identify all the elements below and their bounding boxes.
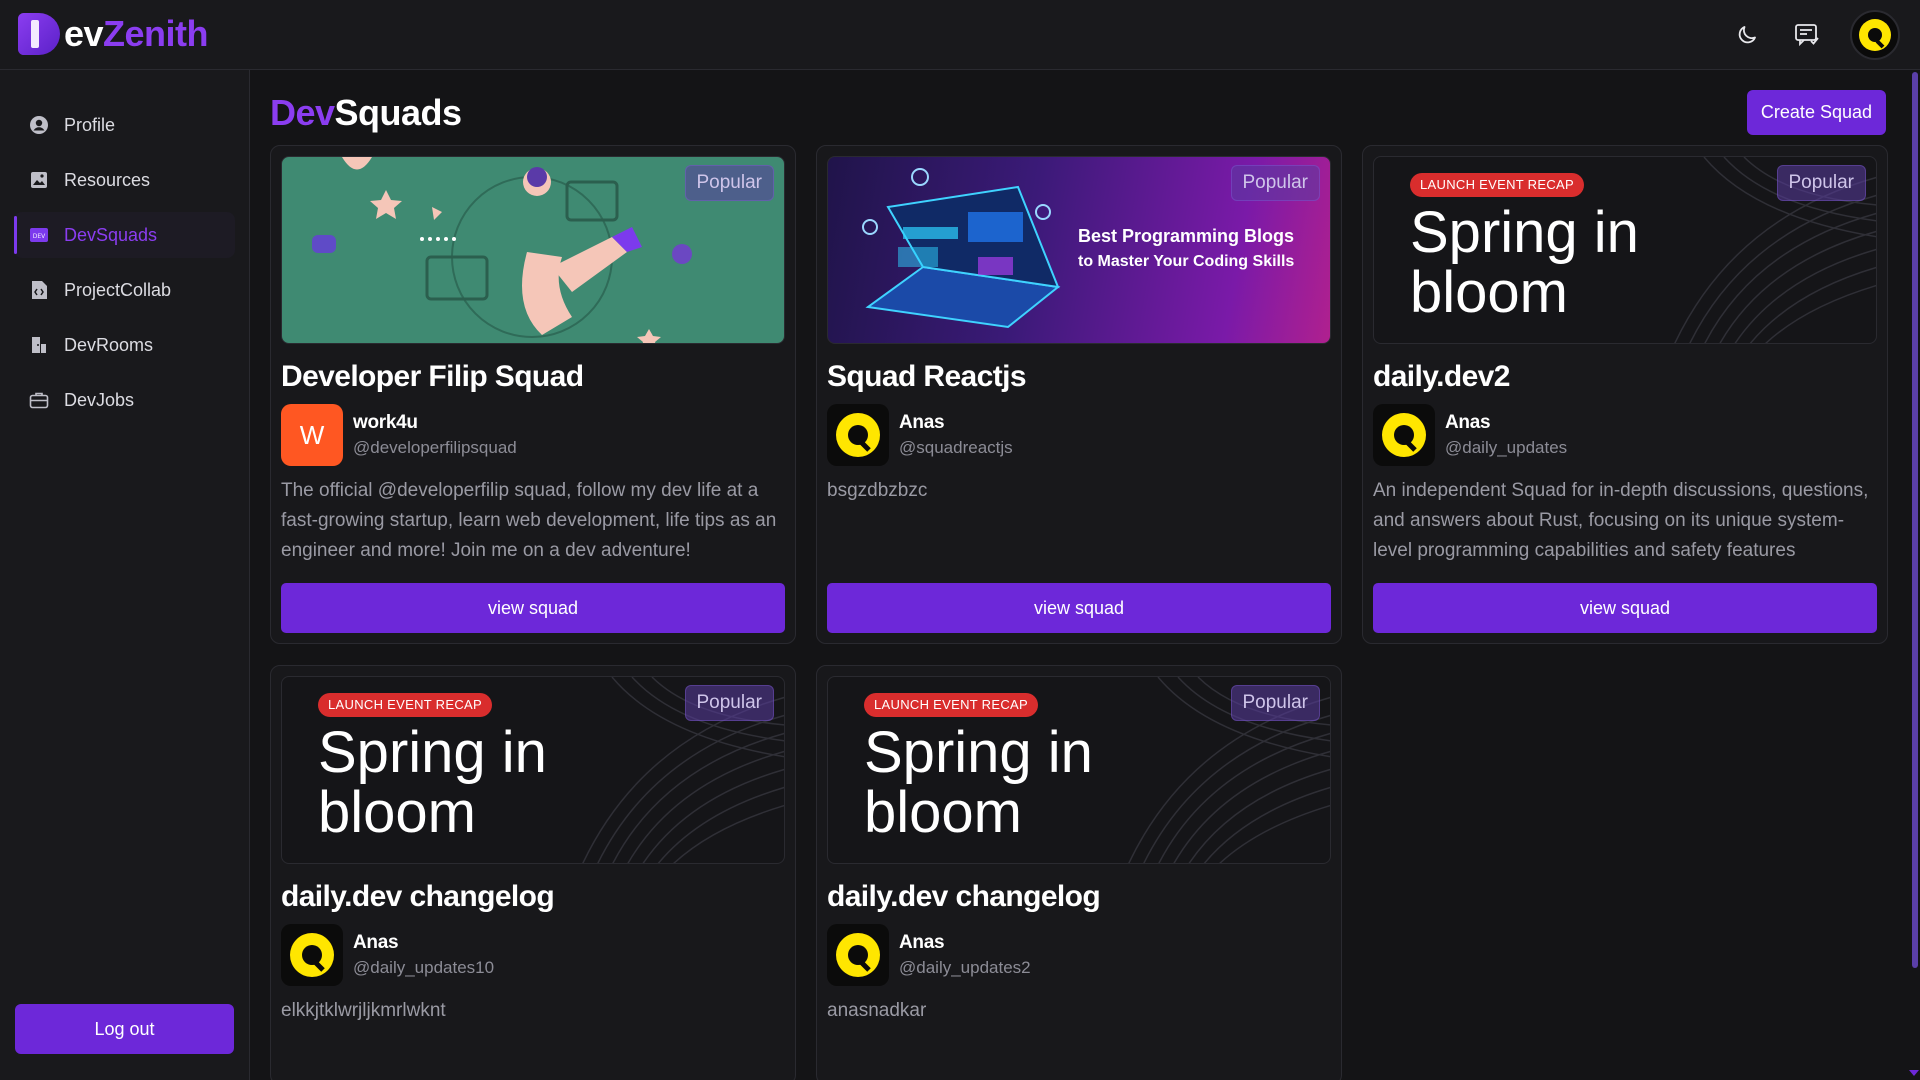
logo-text: evZenith	[64, 13, 209, 54]
sidebar-item-label: DevRooms	[64, 334, 154, 355]
squad-banner: Popular	[281, 156, 785, 344]
sidebar-item-profile[interactable]: Profile	[14, 102, 235, 148]
user-avatar[interactable]	[1850, 10, 1900, 60]
owner-handle: @daily_updates2	[899, 958, 1031, 977]
squad-banner: LAUNCH EVENT RECAP Spring in bloom Popul…	[281, 676, 785, 864]
squad-banner: Best Programming Blogs to Master Your Co…	[827, 156, 1331, 344]
scroll-thumb[interactable]	[1912, 72, 1918, 968]
squad-card: LAUNCH EVENT RECAP Spring in bloom Popul…	[816, 665, 1342, 1080]
banner-headline: Spring in bloom	[318, 720, 547, 845]
squad-card: LAUNCH EVENT RECAP Spring in bloom Popul…	[270, 665, 796, 1080]
squad-title[interactable]: daily.dev changelog	[827, 880, 1101, 914]
sidebar-nav: Profile Resources DEV DevSquads ProjectC…	[14, 102, 235, 432]
avatar-logo-icon	[836, 413, 880, 457]
avatar: W	[281, 404, 343, 466]
owner-name: Anas	[1445, 412, 1491, 433]
avatar-logo-icon	[290, 933, 334, 977]
user-circle-icon	[28, 114, 50, 136]
popular-badge: Popular	[684, 165, 774, 201]
view-squad-button[interactable]: view squad	[827, 583, 1331, 633]
squad-banner: LAUNCH EVENT RECAP Spring in bloom Popul…	[827, 676, 1331, 864]
page-scrollbar[interactable]	[1908, 70, 1920, 1080]
owner-name: Anas	[899, 932, 945, 953]
avatar	[1373, 404, 1435, 466]
avatar	[281, 924, 343, 986]
squad-description: An independent Squad for in-depth discus…	[1373, 480, 1869, 561]
avatar	[827, 404, 889, 466]
popular-badge: Popular	[1230, 165, 1320, 201]
squad-owner[interactable]: Anas @squadreactjs	[827, 404, 1013, 466]
avatar	[827, 924, 889, 986]
squad-description: bsgzdbzbzc	[827, 480, 928, 501]
page-title: DevSquads	[270, 92, 462, 133]
sidebar-item-label: Profile	[64, 114, 116, 135]
owner-handle: @developerfilipsquad	[353, 438, 517, 457]
sidebar-item-devjobs[interactable]: DevJobs	[14, 377, 235, 423]
sidebar-item-label: Resources	[64, 169, 151, 190]
image-icon	[28, 169, 50, 191]
avatar-logo-icon	[1382, 413, 1426, 457]
avatar-logo-icon	[836, 933, 880, 977]
view-squad-button[interactable]: view squad	[1373, 583, 1877, 633]
sidebar-item-devrooms[interactable]: DevRooms	[14, 322, 235, 368]
logout-button[interactable]: Log out	[15, 1004, 234, 1054]
owner-handle: @squadreactjs	[899, 438, 1013, 457]
sidebar-item-label: DevJobs	[64, 389, 135, 410]
sidebar-item-resources[interactable]: Resources	[14, 157, 235, 203]
squad-card: Popular Developer Filip Squad W work4u @…	[270, 145, 796, 644]
event-tag: LAUNCH EVENT RECAP	[318, 693, 492, 717]
owner-handle: @daily_updates	[1445, 438, 1568, 457]
logo[interactable]: evZenith	[18, 12, 209, 56]
scroll-down-arrow-icon[interactable]	[1909, 1070, 1919, 1076]
owner-name: work4u	[353, 412, 418, 433]
code-file-icon	[28, 279, 50, 301]
squad-owner[interactable]: Anas @daily_updates	[1373, 404, 1567, 466]
owner-handle: @daily_updates10	[353, 958, 495, 977]
sidebar-item-label: ProjectCollab	[64, 279, 172, 300]
squad-description: anasnadkar	[827, 1000, 927, 1021]
dev-badge-icon: DEV	[28, 224, 50, 246]
squad-card: LAUNCH EVENT RECAP Spring in bloom Popul…	[1362, 145, 1888, 644]
squad-owner[interactable]: Anas @daily_updates10	[281, 924, 494, 986]
squad-title[interactable]: daily.dev changelog	[281, 880, 555, 914]
banner-headline: Spring in bloom	[1410, 200, 1639, 325]
squad-banner: LAUNCH EVENT RECAP Spring in bloom Popul…	[1373, 156, 1877, 344]
event-tag: LAUNCH EVENT RECAP	[1410, 173, 1584, 197]
popular-badge: Popular	[1230, 685, 1320, 721]
view-squad-button[interactable]: view squad	[281, 583, 785, 633]
moon-icon[interactable]	[1730, 18, 1764, 52]
squad-owner[interactable]: W work4u @developerfilipsquad	[281, 404, 517, 466]
sidebar-item-devsquads[interactable]: DEV DevSquads	[14, 212, 235, 258]
banner-text: Best Programming Blogs to Master Your Co…	[1078, 226, 1295, 270]
sidebar: Profile Resources DEV DevSquads ProjectC…	[0, 70, 250, 1080]
squad-title[interactable]: Squad Reactjs	[827, 360, 1027, 394]
sidebar-item-projectcollab[interactable]: ProjectCollab	[14, 267, 235, 313]
popular-badge: Popular	[684, 685, 774, 721]
create-squad-button[interactable]: Create Squad	[1746, 90, 1886, 135]
svg-text:DEV: DEV	[33, 233, 46, 240]
squad-title[interactable]: Developer Filip Squad	[281, 360, 584, 394]
room-icon	[28, 334, 50, 356]
squad-description: The official @developerfilip squad, foll…	[281, 480, 777, 561]
chat-icon[interactable]	[1790, 18, 1824, 52]
briefcase-icon	[28, 389, 50, 411]
sidebar-item-label: DevSquads	[64, 224, 158, 245]
event-tag: LAUNCH EVENT RECAP	[864, 693, 1038, 717]
header-actions	[1730, 10, 1900, 60]
logo-mark	[18, 13, 60, 55]
top-bar: evZenith	[0, 0, 1920, 70]
owner-name: Anas	[353, 932, 399, 953]
owner-name: Anas	[899, 412, 945, 433]
squad-card: Best Programming Blogs to Master Your Co…	[816, 145, 1342, 644]
squad-title[interactable]: daily.dev2	[1373, 360, 1510, 394]
banner-headline: Spring in bloom	[864, 720, 1093, 845]
squad-description: elkkjtklwrjljkmrlwknt	[281, 1000, 446, 1021]
squad-owner[interactable]: Anas @daily_updates2	[827, 924, 1031, 986]
popular-badge: Popular	[1776, 165, 1866, 201]
